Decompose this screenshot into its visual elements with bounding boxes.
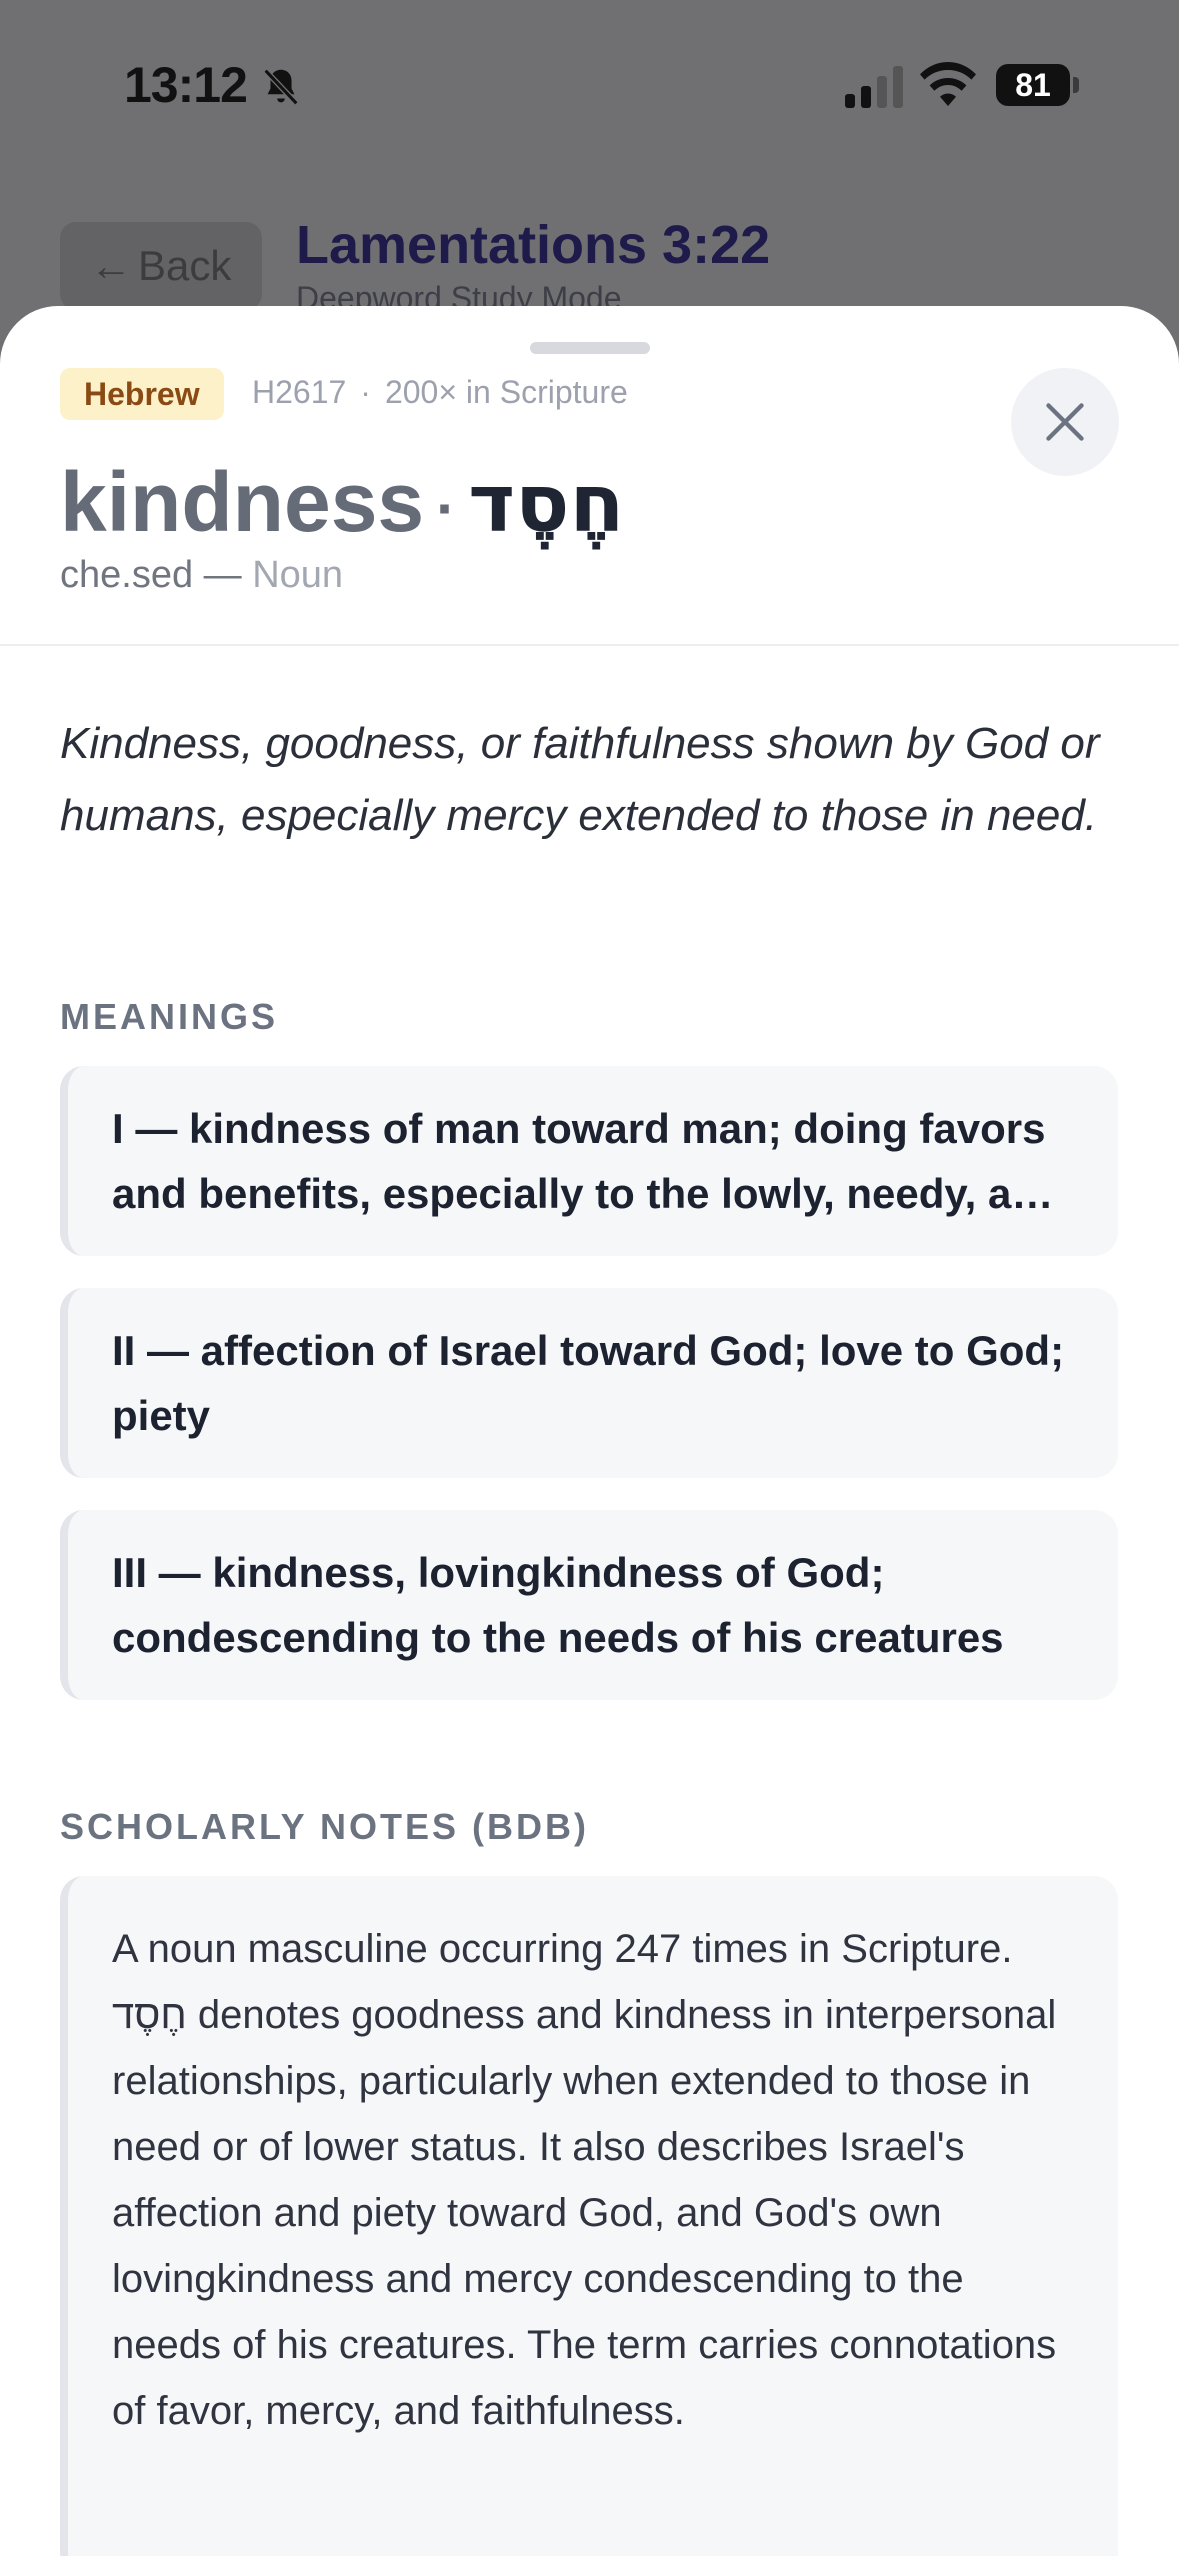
language-badge: Hebrew bbox=[60, 368, 224, 420]
meaning-card-3[interactable]: III — kindness, lovingkindness of God; c… bbox=[60, 1510, 1118, 1700]
page-title: Lamentations 3:22 bbox=[296, 215, 771, 275]
pronunciation-line: che.sed — Noun bbox=[60, 554, 343, 597]
strongs-number: H2617 bbox=[252, 374, 347, 410]
sheet-grabber[interactable] bbox=[530, 342, 650, 354]
word-title: kindness · חֶסֶד bbox=[60, 442, 625, 569]
bell-slash-icon bbox=[263, 68, 299, 106]
back-label: Back bbox=[138, 242, 232, 289]
scholarly-notes-heading: SCHOLARLY NOTES (BDB) bbox=[60, 1806, 590, 1847]
battery-indicator: 81 bbox=[996, 64, 1079, 106]
battery-level: 81 bbox=[996, 64, 1070, 106]
meaning-text: II — affection of Israel toward God; lov… bbox=[112, 1327, 1065, 1439]
meanings-heading: MEANINGS bbox=[60, 996, 279, 1037]
meta-separator: · bbox=[360, 374, 371, 410]
header-divider bbox=[0, 644, 1179, 646]
app-screen: 13:12 81 ← Back Lamentations 3:22 Deepwo… bbox=[0, 0, 1179, 2556]
arrow-left-icon: ← bbox=[90, 242, 132, 289]
cellular-signal-icon bbox=[845, 66, 903, 108]
close-button[interactable] bbox=[1011, 368, 1119, 476]
transliteration: che.sed — bbox=[60, 554, 242, 596]
wifi-icon bbox=[920, 62, 976, 106]
scholarly-notes-card: A noun masculine occurring 247 times in … bbox=[60, 1876, 1118, 2556]
occurrence-count: 200× in Scripture bbox=[384, 374, 628, 410]
back-button[interactable]: ← Back bbox=[60, 222, 262, 310]
part-of-speech: Noun bbox=[252, 554, 344, 596]
battery-cap bbox=[1073, 77, 1079, 93]
status-bar: 13:12 81 bbox=[0, 0, 1179, 170]
meaning-card-2[interactable]: II — affection of Israel toward God; lov… bbox=[60, 1288, 1118, 1478]
status-time: 13:12 bbox=[124, 57, 248, 113]
meaning-text: III — kindness, lovingkindness of God; c… bbox=[112, 1549, 1004, 1661]
meaning-card-1[interactable]: I — kindness of man toward man; doing fa… bbox=[60, 1066, 1118, 1256]
scholarly-notes-text: A noun masculine occurring 247 times in … bbox=[112, 1927, 1057, 2433]
word-meta: H2617 · 200× in Scripture bbox=[252, 374, 628, 411]
close-icon bbox=[1046, 403, 1084, 441]
hebrew-word: חֶסֶד bbox=[468, 457, 625, 550]
meaning-text: I — kindness of man toward man; doing fa… bbox=[112, 1105, 1063, 1217]
title-separator: · bbox=[436, 474, 457, 542]
short-definition: Kindness, goodness, or faithfulness show… bbox=[60, 719, 1100, 840]
word-detail-sheet: Hebrew H2617 · 200× in Scripture kindness ·… bbox=[0, 306, 1179, 2556]
english-word: kindness bbox=[60, 455, 425, 549]
